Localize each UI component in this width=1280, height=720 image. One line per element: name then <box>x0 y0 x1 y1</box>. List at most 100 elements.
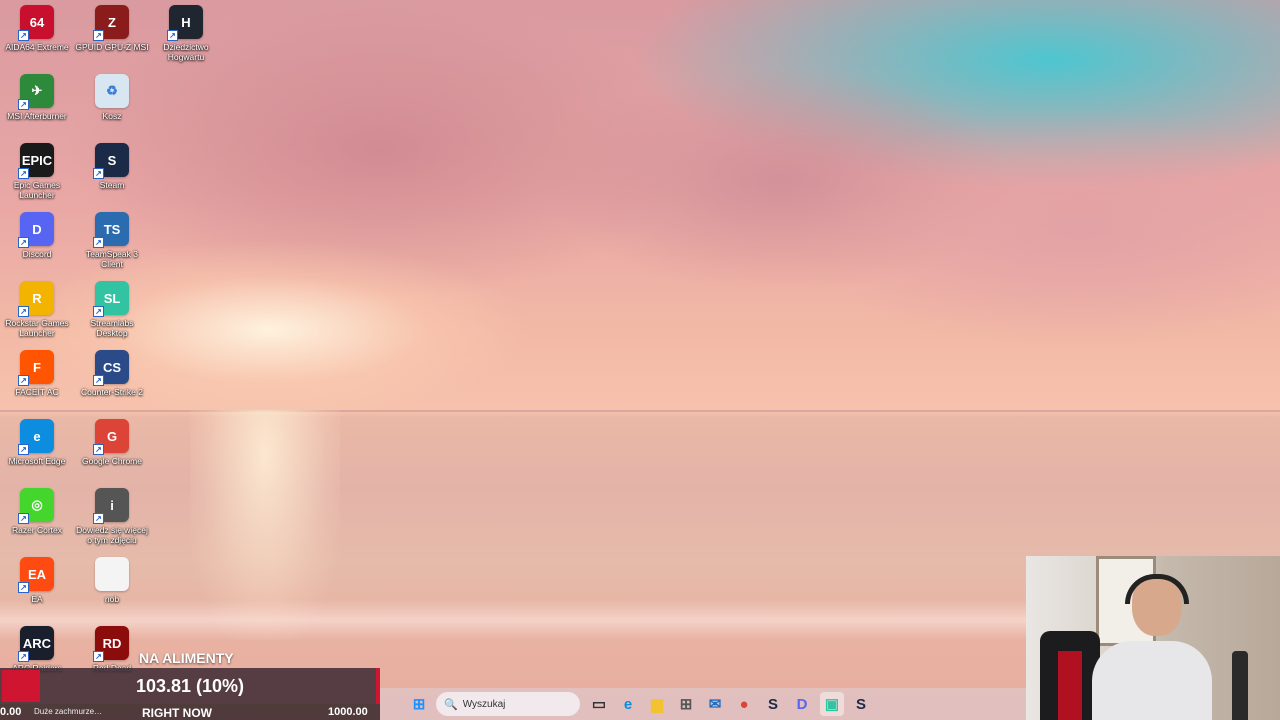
desktop-shortcut[interactable]: EA ↗ EA <box>0 557 74 604</box>
shortcut-arrow-icon: ↗ <box>18 306 29 317</box>
goal-title: NA ALIMENTY <box>139 650 234 666</box>
desktop-shortcut[interactable]: 64 ↗ AIDA64 Extreme <box>0 5 74 52</box>
desktop-shortcut[interactable]: SL ↗ Streamlabs Desktop <box>75 281 149 338</box>
desktop-shortcut-label: Counter-Strike 2 <box>81 387 143 397</box>
desktop-shortcut-label: Microsoft Edge <box>8 456 66 466</box>
shortcut-arrow-icon: ↗ <box>18 375 29 386</box>
steam-icon: S ↗ <box>93 143 129 179</box>
spotlight-info-icon: i ↗ <box>93 488 129 524</box>
edge-icon[interactable]: e <box>616 692 640 716</box>
goal-progress-bar: 103.81 (10%) <box>0 668 380 704</box>
desktop-shortcut[interactable]: CS ↗ Counter-Strike 2 <box>75 350 149 397</box>
shortcut-arrow-icon: ↗ <box>93 306 104 317</box>
shortcut-arrow-icon: ↗ <box>93 444 104 455</box>
windows-start-icon[interactable]: ⊞ <box>407 692 431 716</box>
discord-icon[interactable]: D <box>790 692 814 716</box>
webcam-person-torso <box>1092 641 1212 720</box>
desktop-shortcut[interactable]: ◎ ↗ Razer Cortex <box>0 488 74 535</box>
desktop-shortcut[interactable]: EPIC ↗ Epic Games Launcher <box>0 143 74 200</box>
shortcut-arrow-icon: ↗ <box>93 651 104 662</box>
search-icon: 🔍 <box>444 698 458 711</box>
shortcut-arrow-icon: ↗ <box>93 168 104 179</box>
shortcut-arrow-icon: ↗ <box>93 237 104 248</box>
desktop-shortcut[interactable]: R ↗ Rockstar Games Launcher <box>0 281 74 338</box>
desktop-shortcut-label: Discord <box>22 249 52 259</box>
faceit-icon: F ↗ <box>18 350 54 386</box>
desktop-shortcut-label: GPUID GPU-Z MSI <box>75 42 149 52</box>
desktop-shortcut-label: Steam <box>99 180 125 190</box>
goal-max-label: 1000.00 <box>328 706 368 718</box>
task-view-icon[interactable]: ▭ <box>587 692 611 716</box>
desktop-shortcut[interactable]: i ↗ Dowiedz się więcej o tym zdjęciu <box>75 488 149 545</box>
webcam-overlay <box>1026 556 1280 720</box>
desktop-shortcut[interactable]: e ↗ Microsoft Edge <box>0 419 74 466</box>
shortcut-arrow-icon: ↗ <box>93 375 104 386</box>
desktop-shortcut[interactable]: nob <box>75 557 149 604</box>
gpuz-icon: Z ↗ <box>93 5 129 41</box>
desktop-shortcut[interactable]: ✈ ↗ MSI Afterburner <box>0 74 74 121</box>
aida64-icon: 64 ↗ <box>18 5 54 41</box>
desktop-shortcut[interactable]: ARC↗ARC Raiders <box>0 626 74 673</box>
desktop-shortcut[interactable]: G ↗ Google Chrome <box>75 419 149 466</box>
teamspeak-icon: TS ↗ <box>93 212 129 248</box>
desktop-shortcut-label: TeamSpeak 3 Client <box>86 249 138 269</box>
file-icon <box>95 557 129 591</box>
chrome-icon: G ↗ <box>93 419 129 455</box>
hogwarts-legacy-icon: H ↗ <box>167 5 203 41</box>
steam-icon[interactable]: S <box>761 692 785 716</box>
desktop-shortcut-label: Dziedzictwo Hogwartu <box>163 42 209 62</box>
desktop-shortcut-label: Epic Games Launcher <box>13 180 61 200</box>
goal-min-label: 0.00 <box>0 706 22 718</box>
edge-icon: e ↗ <box>18 419 54 455</box>
rockstar-icon: R ↗ <box>18 281 54 317</box>
goal-footer: 0.00 Duże zachmurze… RIGHT NOW 1000.00 <box>0 704 380 720</box>
file-explorer-icon[interactable]: ▆ <box>645 692 669 716</box>
counter-strike-icon: CS ↗ <box>93 350 129 386</box>
goal-now-label: RIGHT NOW <box>142 706 212 720</box>
desktop-shortcut-label: Kosz <box>102 111 122 121</box>
recycle-bin-icon: ♻ <box>95 74 129 108</box>
outlook-icon[interactable]: ✉ <box>703 692 727 716</box>
shortcut-arrow-icon: ↗ <box>18 651 29 662</box>
desktop-shortcut[interactable]: Z ↗ GPUID GPU-Z MSI <box>75 5 149 52</box>
webcam-bottle <box>1232 651 1248 720</box>
shortcut-arrow-icon: ↗ <box>18 237 29 248</box>
shortcut-arrow-icon: ↗ <box>18 30 29 41</box>
microsoft-store-icon[interactable]: ⊞ <box>674 692 698 716</box>
desktop-shortcut[interactable]: ♻ Kosz <box>75 74 149 121</box>
shortcut-arrow-icon: ↗ <box>18 168 29 179</box>
desktop-shortcut[interactable]: D ↗ Discord <box>0 212 74 259</box>
shortcut-arrow-icon: ↗ <box>167 30 178 41</box>
desktop-shortcut[interactable]: TS ↗ TeamSpeak 3 Client <box>75 212 149 269</box>
desktop-shortcut-label: AIDA64 Extreme <box>5 42 69 52</box>
desktop-shortcut-label: Streamlabs Desktop <box>90 318 134 338</box>
desktop-shortcut[interactable]: RD↗Red Dead <box>75 626 149 673</box>
desktop-shortcut-label: Rockstar Games Launcher <box>5 318 69 338</box>
discord-icon: D ↗ <box>18 212 54 248</box>
desktop-shortcut[interactable]: F ↗ FACEIT AC <box>0 350 74 397</box>
goal-value: 103.81 (10%) <box>135 676 245 696</box>
ea-icon: EA ↗ <box>18 557 54 593</box>
desktop-shortcut[interactable]: S ↗ Steam <box>75 143 149 190</box>
desktop-shortcut-label: Google Chrome <box>81 456 142 466</box>
arc-raiders-icon: ARC ↗ <box>18 626 54 662</box>
goal-latest-text: Duże zachmurze… <box>34 707 103 716</box>
streamlabs-icon[interactable]: ▣ <box>820 692 844 716</box>
steam-icon[interactable]: S <box>849 692 873 716</box>
desktop-shortcut-label: FACEIT AC <box>15 387 59 397</box>
shortcut-arrow-icon: ↗ <box>18 582 29 593</box>
shortcut-arrow-icon: ↗ <box>18 444 29 455</box>
streamlabs-icon: SL ↗ <box>93 281 129 317</box>
desktop-shortcut-label: Razer Cortex <box>11 525 63 535</box>
shortcut-arrow-icon: ↗ <box>18 513 29 524</box>
desktop-shortcut-label: EA <box>31 594 43 604</box>
red-dead-icon: RD ↗ <box>93 626 129 662</box>
taskbar-search-placeholder: Wyszukaj <box>462 698 506 710</box>
desktop-shortcut[interactable]: H ↗ Dziedzictwo Hogwartu <box>149 5 223 62</box>
taskbar-search-box[interactable]: 🔍 Wyszukaj <box>436 692 580 716</box>
shortcut-arrow-icon: ↗ <box>93 30 104 41</box>
chrome-icon[interactable]: ● <box>732 692 756 716</box>
desktop-shortcut-label: Dowiedz się więcej o tym zdjęciu <box>76 525 148 545</box>
shortcut-arrow-icon: ↗ <box>18 99 29 110</box>
shortcut-arrow-icon: ↗ <box>93 513 104 524</box>
